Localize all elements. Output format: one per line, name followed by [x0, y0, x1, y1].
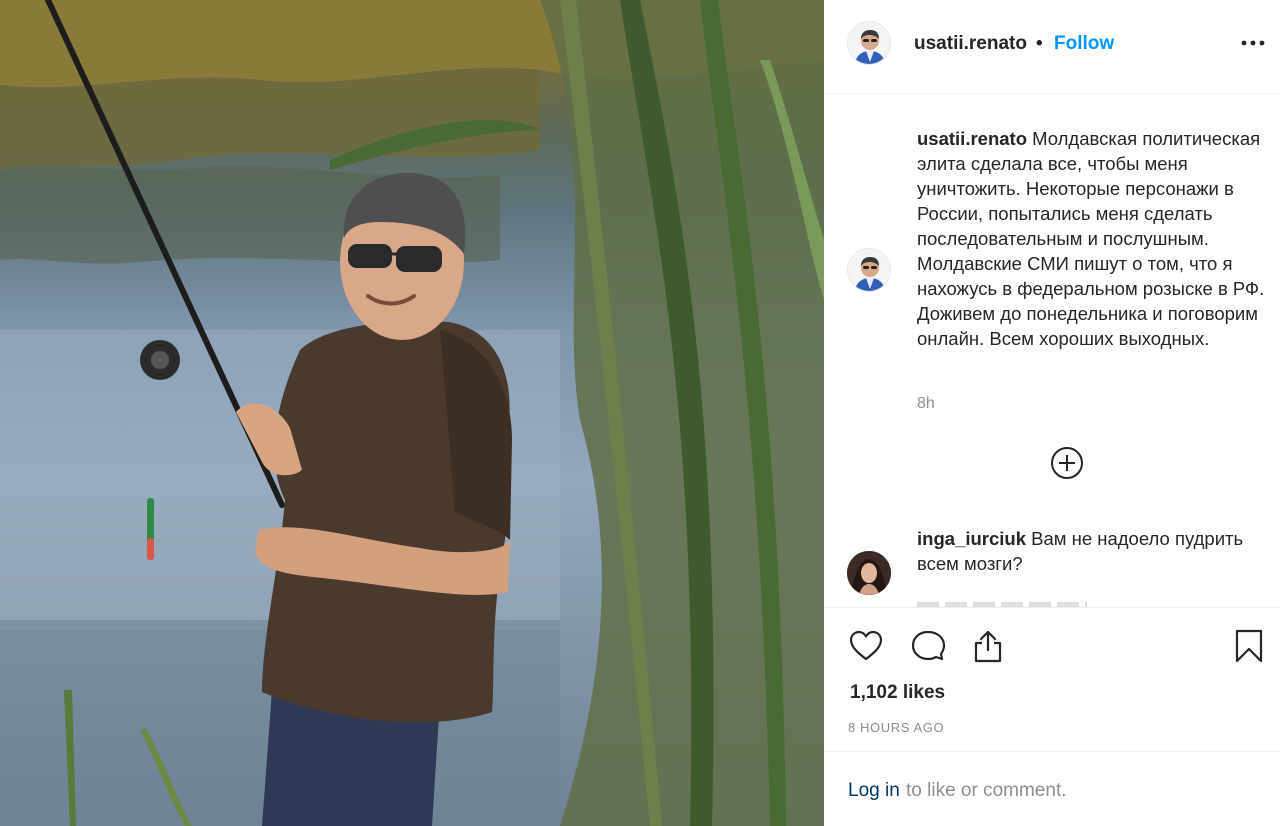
likes-count[interactable]: 1,102 likes [850, 682, 945, 704]
post-caption: usatii.renato Молдавская политическая эл… [917, 126, 1273, 351]
post-actions: 1,102 likes 8 HOURS AGO [824, 607, 1280, 751]
caption-text: Молдавская политическая элита сделала вс… [917, 128, 1265, 349]
post-header: usatii.renato • Follow [824, 0, 1280, 94]
caption-author-avatar[interactable] [847, 248, 891, 292]
header-separator: • [1036, 33, 1043, 54]
commenter-avatar-image [847, 551, 891, 595]
plus-circle-icon[interactable] [1050, 446, 1084, 480]
caption-timestamp[interactable]: 8h [917, 395, 935, 413]
caption-avatar-image [848, 249, 890, 291]
comments-area[interactable]: usatii.renato Молдавская политическая эл… [824, 95, 1280, 607]
login-link[interactable]: Log in [848, 780, 900, 802]
more-horizontal-icon[interactable] [1239, 32, 1267, 54]
commenter-avatar[interactable] [847, 551, 891, 595]
follow-button[interactable]: Follow [1054, 33, 1114, 55]
comment-username[interactable]: inga_iurciuk [917, 528, 1026, 549]
comment-icon[interactable] [910, 628, 946, 664]
photo-scene [0, 0, 824, 826]
post-time[interactable]: 8 HOURS AGO [848, 720, 944, 735]
post-side-panel: usatii.renato • Follow usatii.renato Мол… [824, 0, 1280, 826]
comment: inga_iurciuk Вам не надоело пудрить всем… [917, 526, 1273, 576]
post-photo [0, 0, 824, 826]
caption-username[interactable]: usatii.renato [917, 128, 1027, 149]
bookmark-icon[interactable] [1231, 628, 1267, 664]
author-username[interactable]: usatii.renato [914, 33, 1027, 55]
author-avatar-image [848, 22, 890, 64]
share-icon[interactable] [970, 628, 1006, 664]
author-avatar[interactable] [847, 21, 891, 65]
heart-icon[interactable] [848, 628, 884, 664]
next-comment-cut-off [917, 597, 1087, 607]
login-prompt-text: to like or comment. [906, 780, 1067, 801]
login-prompt: Log in to like or comment. [824, 751, 1280, 826]
